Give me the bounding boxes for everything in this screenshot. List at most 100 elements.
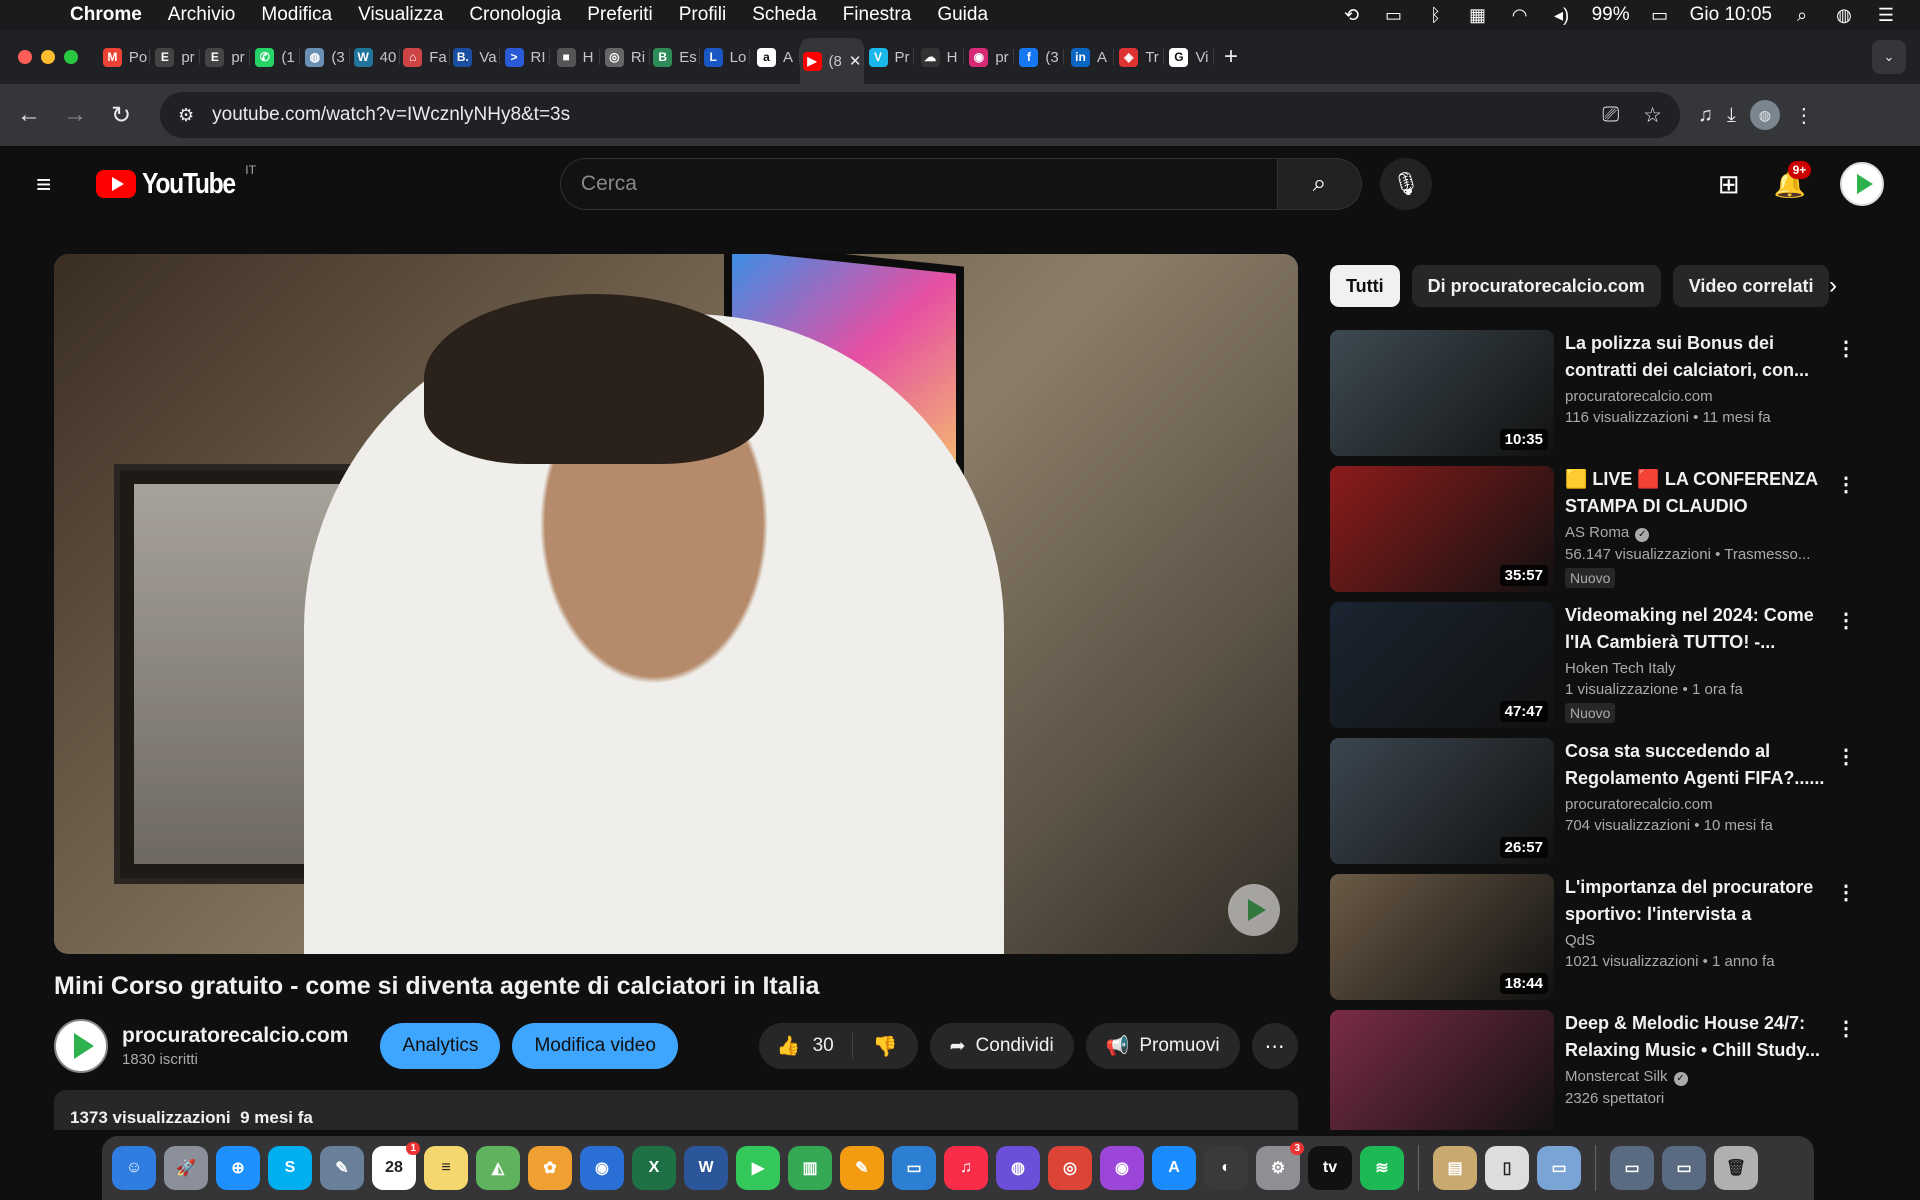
maps-icon[interactable]: ◭: [476, 1146, 520, 1190]
profile-avatar[interactable]: ◍: [1749, 100, 1780, 130]
recommendation-title[interactable]: L'importanza del procuratore sportivo: l…: [1565, 874, 1835, 928]
channel-avatar[interactable]: [54, 1019, 108, 1073]
recommendation-item[interactable]: 35:57 🟨 LIVE 🟥 LA CONFERENZA STAMPA DI CL…: [1330, 466, 1870, 602]
recommendation-item[interactable]: Deep & Melodic House 24/7: Relaxing Musi…: [1330, 1010, 1870, 1130]
like-button[interactable]: 👍 30: [759, 1033, 853, 1059]
facetime-icon[interactable]: ▶: [736, 1146, 780, 1190]
guide-menu-icon[interactable]: ≡: [36, 169, 60, 200]
close-tab-icon[interactable]: ✕: [849, 52, 862, 70]
analytics-button[interactable]: Analytics: [380, 1023, 501, 1069]
recommendation-channel[interactable]: QdS: [1565, 932, 1835, 949]
spotify-icon[interactable]: ≋: [1360, 1146, 1404, 1190]
browser-tab[interactable]: ◍ (3: [300, 37, 350, 77]
create-video-icon[interactable]: ⊞: [1718, 169, 1740, 200]
launchpad-icon[interactable]: 🚀: [164, 1146, 208, 1190]
word-icon[interactable]: W: [684, 1146, 728, 1190]
browser-tab[interactable]: in A: [1064, 37, 1114, 77]
dislike-button[interactable]: 👎: [853, 1034, 918, 1059]
keynote-icon[interactable]: ▭: [892, 1146, 936, 1190]
browser-tab[interactable]: ☁ H: [914, 37, 964, 77]
recommendation-menu-icon[interactable]: ⋮: [1836, 880, 1856, 905]
browser-tab[interactable]: L Lo: [700, 37, 750, 77]
preview-icon[interactable]: ✎: [320, 1146, 364, 1190]
recommendation-title[interactable]: La polizza sui Bonus dei contratti dei c…: [1565, 330, 1835, 384]
download-icon[interactable]: ⤓: [1727, 104, 1736, 127]
menu-item-profili[interactable]: Profili: [679, 4, 727, 26]
skype-icon[interactable]: S: [268, 1146, 312, 1190]
edit-video-button[interactable]: Modifica video: [512, 1023, 678, 1069]
recommendation-thumbnail[interactable]: [1330, 1010, 1554, 1130]
video-player[interactable]: [54, 254, 1298, 954]
browser-tab[interactable]: ▶ (8 ✕: [800, 38, 864, 84]
clock[interactable]: Gio 10:05: [1690, 4, 1772, 26]
browser-tab[interactable]: ◈ Tr: [1114, 37, 1164, 77]
recommendation-title[interactable]: Videomaking nel 2024: Come l'IA Cambierà…: [1565, 602, 1835, 656]
siri-icon[interactable]: ◍: [1832, 3, 1856, 27]
chrome-icon[interactable]: ◎: [1048, 1146, 1092, 1190]
menu-item-scheda[interactable]: Scheda: [752, 4, 816, 26]
search-input[interactable]: Cerca: [559, 158, 1278, 210]
reload-button[interactable]: ↻: [98, 92, 144, 138]
account-avatar[interactable]: [1840, 162, 1884, 206]
window-icon[interactable]: ▭: [1610, 1146, 1654, 1190]
recommendation-item[interactable]: 47:47 Videomaking nel 2024: Come l'IA Cam…: [1330, 602, 1870, 738]
browser-tab[interactable]: B Es: [650, 37, 700, 77]
recommendation-title[interactable]: Cosa sta succedendo al Regolamento Agent…: [1565, 738, 1835, 792]
bluetooth-icon[interactable]: ᛒ: [1424, 3, 1448, 27]
appstore-icon[interactable]: A: [1152, 1146, 1196, 1190]
control-center-icon[interactable]: ☰: [1874, 3, 1898, 27]
browser-tab[interactable]: Epr: [150, 37, 200, 77]
menu-app-name[interactable]: Chrome: [70, 4, 142, 26]
photos-icon[interactable]: ✿: [528, 1146, 572, 1190]
minimize-window-button[interactable]: [41, 50, 55, 64]
address-bar[interactable]: ⚙ youtube.com/watch?v=IWcznlyNHy8&t=3s ⎚…: [160, 92, 1680, 138]
recommendation-menu-icon[interactable]: ⋮: [1836, 608, 1856, 633]
menu-item-modifica[interactable]: Modifica: [261, 4, 332, 26]
airplay-icon[interactable]: ▭: [1382, 3, 1406, 27]
browser-tab[interactable]: Epr: [200, 37, 250, 77]
screenshot-icon[interactable]: ▭: [1537, 1146, 1581, 1190]
chip-tutti[interactable]: Tutti: [1330, 265, 1400, 307]
trash-icon[interactable]: 🗑: [1714, 1146, 1758, 1190]
search-button[interactable]: ⌕: [1277, 158, 1362, 210]
recommendation-thumbnail[interactable]: 47:47: [1330, 602, 1554, 728]
time-machine-icon[interactable]: ⟲: [1340, 3, 1364, 27]
pages-icon[interactable]: ✎: [840, 1146, 884, 1190]
browser-tab[interactable]: B. Va: [450, 37, 500, 77]
install-app-icon[interactable]: ⎚: [1602, 103, 1619, 128]
chevron-right-icon[interactable]: ›: [1820, 264, 1846, 308]
document-icon[interactable]: ▯: [1485, 1146, 1529, 1190]
volume-icon[interactable]: ◂): [1550, 3, 1574, 27]
bookmark-star-icon[interactable]: ☆: [1643, 103, 1662, 128]
notifications-bell-icon[interactable]: 🔔 9+: [1774, 160, 1812, 200]
safari-icon[interactable]: ⊕: [216, 1146, 260, 1190]
browser-tab[interactable]: W 40: [350, 37, 400, 77]
recommendation-menu-icon[interactable]: ⋮: [1836, 472, 1856, 497]
menu-item-preferiti[interactable]: Preferiti: [587, 4, 652, 26]
menu-item-cronologia[interactable]: Cronologia: [469, 4, 561, 26]
battery-percent[interactable]: 99%: [1592, 4, 1630, 26]
more-actions-button[interactable]: ⋯: [1251, 1023, 1298, 1069]
description-box[interactable]: 1373 visualizzazioni 9 mesi fa: [54, 1090, 1298, 1130]
chrome-menu-icon[interactable]: ⋮: [1794, 103, 1814, 128]
channel-watermark-icon[interactable]: [1228, 884, 1280, 936]
recommendation-channel[interactable]: AS Roma ✓: [1565, 524, 1835, 542]
recommendation-title[interactable]: 🟨 LIVE 🟥 LA CONFERENZA STAMPA DI CLAUDIO…: [1565, 466, 1835, 520]
spotlight-search-icon[interactable]: ⌕: [1790, 3, 1814, 27]
archive-icon[interactable]: ▤: [1433, 1146, 1477, 1190]
browser-tab[interactable]: G Vi: [1164, 37, 1214, 77]
recommendation-thumbnail[interactable]: 10:35: [1330, 330, 1554, 456]
chip-channel[interactable]: Di procuratorecalcio.com: [1411, 265, 1661, 307]
recommendation-thumbnail[interactable]: 35:57: [1330, 466, 1554, 592]
battery-icon[interactable]: ▭: [1648, 3, 1672, 27]
recommendation-title[interactable]: Deep & Melodic House 24/7: Relaxing Musi…: [1565, 1010, 1835, 1064]
recommendation-channel[interactable]: Hoken Tech Italy: [1565, 660, 1835, 677]
recommendation-channel[interactable]: procuratorecalcio.com: [1565, 796, 1835, 813]
close-window-button[interactable]: [18, 50, 32, 64]
new-tab-button[interactable]: +: [1224, 43, 1238, 71]
recommendation-thumbnail[interactable]: 26:57: [1330, 738, 1554, 864]
browser-tab[interactable]: ■ H: [550, 37, 600, 77]
voice-search-button[interactable]: 🎙: [1379, 158, 1432, 210]
notes-icon[interactable]: ≡: [424, 1146, 468, 1190]
menu-item-finestra[interactable]: Finestra: [843, 4, 912, 26]
